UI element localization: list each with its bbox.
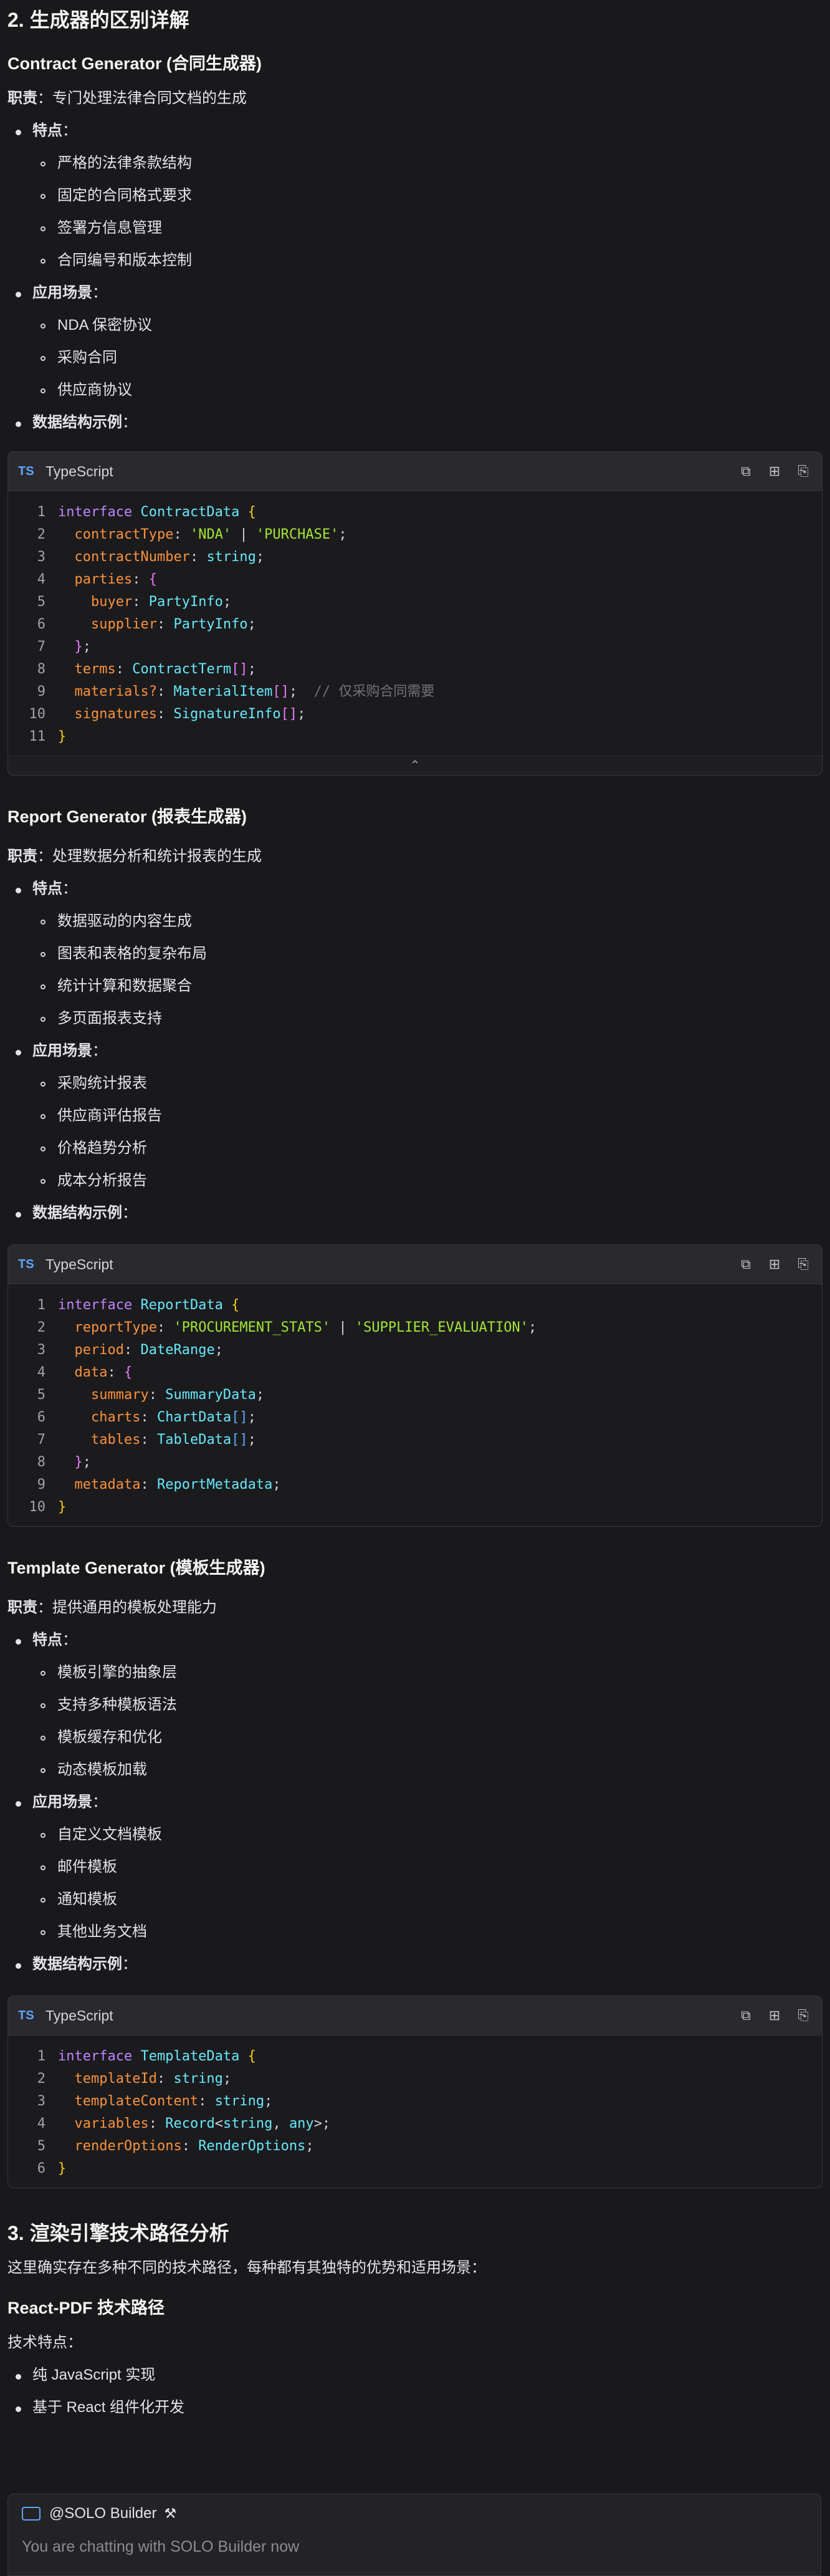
list-item: 签署方信息管理 [7, 216, 823, 248]
typescript-icon: TS [18, 464, 34, 478]
list-item: 基于 React 组件化开发 [7, 2395, 823, 2428]
insert-icon[interactable]: ⊞ [766, 2007, 783, 2024]
list-item: 采购统计报表 [7, 1071, 823, 1103]
duty-text: 职责：处理数据分析和统计报表的生成 [7, 848, 262, 865]
duty-text: 职责：提供通用的模板处理能力 [7, 1599, 217, 1616]
copy-icon[interactable]: ⧉ [737, 463, 755, 480]
list-item: 图表和表格的复杂布局 [7, 941, 823, 974]
apply-icon[interactable]: ⎘ [794, 2007, 812, 2024]
list-item: 合同编号和版本控制 [7, 248, 823, 281]
code-language: TypeScript [45, 2007, 113, 2024]
list-item: 数据驱动的内容生成 [7, 909, 823, 941]
insert-icon[interactable]: ⊞ [766, 463, 783, 480]
list-item: 供应商协议 [7, 378, 823, 410]
section-title: 3. 渲染引擎技术路径分析 [7, 2222, 229, 2244]
list-item: 数据结构示例： [7, 1952, 823, 1984]
robot-icon [22, 2507, 41, 2521]
generator-title: Report Generator (报表生成器) [7, 807, 247, 826]
list-item: 特点： [7, 1628, 823, 1660]
list-item: 统计计算和数据聚合 [7, 974, 823, 1006]
scroll-fade [0, 2459, 830, 2494]
generator-title: Template Generator (模板生成器) [7, 1559, 265, 1577]
code-block: TS TypeScript ⧉ ⊞ ⎘ 1 interface ContractD… [7, 451, 823, 776]
list-item: 数据结构示例： [7, 1201, 823, 1233]
section-intro: 这里确实存在多种不同的技术路径，每种都有其独特的优势和适用场景： [7, 2259, 486, 2276]
code-header: TS TypeScript ⧉ ⊞ ⎘ [8, 1996, 822, 2035]
list-item: 特点： [7, 877, 823, 909]
list-item: NDA 保密协议 [7, 313, 823, 345]
agent-selector[interactable]: @SOLO Builder ⚒ [8, 2494, 821, 2533]
list-item: 应用场景： [7, 1039, 823, 1071]
list-item: 采购合同 [7, 345, 823, 378]
list-item: 邮件模板 [7, 1855, 823, 1887]
copy-icon[interactable]: ⧉ [737, 2007, 755, 2024]
list-item: 支持多种模板语法 [7, 1693, 823, 1725]
list-item: 纯 JavaScript 实现 [7, 2363, 823, 2395]
code-language: TypeScript [45, 1256, 113, 1272]
list-item: 自定义文档模板 [7, 1822, 823, 1855]
list-item: 多页面报表支持 [7, 1006, 823, 1039]
section-title: 2. 生成器的区别详解 [7, 9, 189, 31]
typescript-icon: TS [18, 2008, 34, 2022]
code-block: TS TypeScript ⧉ ⊞ ⎘ 1 interface ReportDat… [7, 1244, 823, 1527]
code-language: TypeScript [45, 463, 113, 479]
list-item: 模板引擎的抽象层 [7, 1660, 823, 1693]
subsection-title: React-PDF 技术路径 [7, 2299, 165, 2317]
list-item: 严格的法律条款结构 [7, 151, 823, 183]
list-item: 价格趋势分析 [7, 1136, 823, 1168]
agent-name: @SOLO Builder [49, 2505, 157, 2522]
collapse-icon[interactable]: ⌃ [8, 756, 822, 775]
code-content: 1 interface ReportData { 2 reportType: 'P… [8, 1284, 822, 1526]
apply-icon[interactable]: ⎘ [794, 463, 812, 480]
code-block: TS TypeScript ⧉ ⊞ ⎘ 1 interface TemplateD… [7, 1996, 823, 2188]
duty-text: 职责：专门处理法律合同文档的生成 [7, 90, 247, 107]
apply-icon[interactable]: ⎘ [794, 1256, 812, 1273]
list-item: 应用场景： [7, 1790, 823, 1822]
tools-icon[interactable]: ⚒ [164, 2506, 176, 2522]
typescript-icon: TS [18, 1257, 34, 1271]
label-text: 技术特点： [7, 2334, 82, 2351]
list-item: 数据结构示例： [7, 410, 823, 443]
list-item: 应用场景： [7, 281, 823, 313]
list-item: 供应商评估报告 [7, 1103, 823, 1136]
list-item: 成本分析报告 [7, 1168, 823, 1201]
code-header: TS TypeScript ⧉ ⊞ ⎘ [8, 1245, 822, 1284]
list-item: 固定的合同格式要求 [7, 183, 823, 216]
list-item: 特点： [7, 118, 823, 151]
copy-icon[interactable]: ⧉ [737, 1256, 755, 1273]
chat-input[interactable]: You are chatting with SOLO Builder now [8, 2533, 821, 2561]
list-item: 模板缓存和优化 [7, 1725, 823, 1757]
list-item: 其他业务文档 [7, 1920, 823, 1952]
code-header: TS TypeScript ⧉ ⊞ ⎘ [8, 452, 822, 491]
chat-input-panel[interactable]: @SOLO Builder ⚒ You are chatting with SO… [7, 2494, 821, 2576]
list-item: 动态模板加载 [7, 1757, 823, 1790]
code-content: 1 interface TemplateData { 2 templateId: … [8, 2035, 822, 2188]
list-item: 通知模板 [7, 1887, 823, 1920]
code-content: 1 interface ContractData { 2 contractType… [8, 491, 822, 756]
generator-title: Contract Generator (合同生成器) [7, 54, 262, 73]
insert-icon[interactable]: ⊞ [766, 1256, 783, 1273]
